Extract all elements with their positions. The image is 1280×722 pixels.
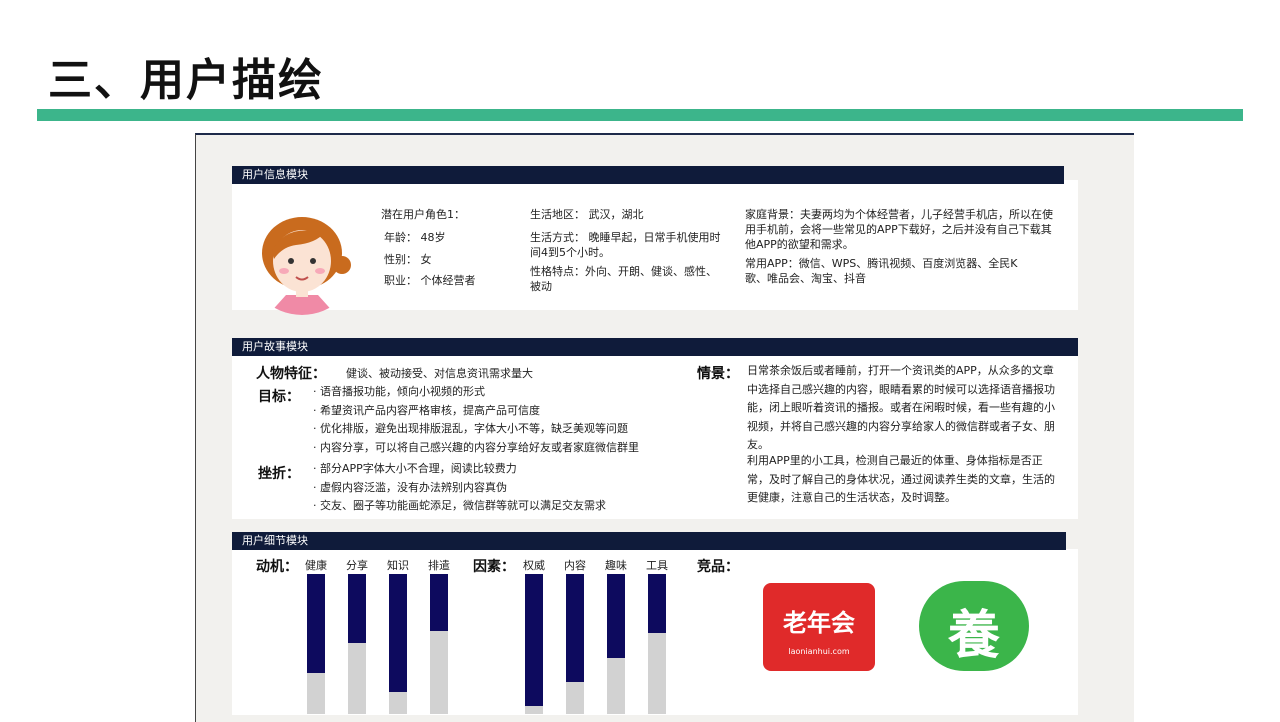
list-item: 虚假内容泛滥，没有办法辨别内容真伪: [313, 479, 693, 498]
list-item: 希望资讯产品内容严格审核，提高产品可信度: [313, 402, 693, 421]
list-item: 语音播报功能，倾向小视频的形式: [313, 383, 693, 402]
motivation-label: 动机：: [256, 559, 298, 575]
bar-fill: [307, 574, 325, 674]
traits-label: 人物特征：: [256, 366, 326, 382]
bar: [648, 574, 666, 714]
bar-fill: [348, 574, 366, 643]
bar: [430, 574, 448, 714]
bar-label: 趣味: [605, 559, 627, 572]
age-text: 年龄： 48岁: [384, 231, 446, 244]
bar: [348, 574, 366, 714]
laonianhui-logo-text: 老年会: [783, 609, 855, 637]
list-item: 优化排版，避免出现排版混乱，字体大小不等，缺乏美观等问题: [313, 420, 693, 439]
job-text: 职业： 个体经营者: [384, 274, 476, 287]
user-info-header: 用户信息模块: [232, 166, 1064, 184]
list-item: 交友、圈子等功能画蛇添足，微信群等就可以满足交友需求: [313, 497, 693, 516]
bar-label: 知识: [387, 559, 409, 572]
region-text: 生活地区： 武汉，湖北: [530, 208, 644, 221]
yang-logo-text: 養: [947, 605, 1000, 666]
title-underline: [37, 109, 1243, 121]
bar-label: 分享: [346, 559, 368, 572]
goals-label: 目标：: [258, 389, 300, 405]
bar-fill: [607, 574, 625, 658]
scene-text-2: 利用APP里的小工具，检测自己最近的体重、身体指标是否正常，及时了解自己的身体状…: [747, 454, 1055, 504]
user-detail-header: 用户细节模块: [232, 532, 1066, 550]
persona-panel: 用户信息模块 潜在用户角色1： 年龄： 48岁 性别： 女 职业： 个体经营者 …: [195, 133, 1134, 722]
page-title: 三、用户描绘: [48, 55, 324, 106]
bar: [389, 574, 407, 714]
competitor-logo-laonianhui: 老年会 laonianhui.com: [763, 583, 875, 671]
bar-fill: [566, 574, 584, 682]
bar: [566, 574, 584, 714]
list-item: 部分APP字体大小不合理，阅读比较费力: [313, 460, 693, 479]
bar-label: 健康: [305, 559, 327, 572]
scene-text-1: 日常茶余饭后或者睡前，打开一个资讯类的APP，从众多的文章中选择自己感兴趣的内容…: [747, 364, 1055, 451]
role-text: 潜在用户角色1：: [381, 208, 465, 221]
bar-label: 工具: [646, 559, 668, 572]
scene-label: 情景：: [697, 366, 739, 382]
traits-text: 健谈、被动接受、对信息资讯需求量大: [346, 367, 533, 380]
bar-fill: [389, 574, 407, 692]
bar: [607, 574, 625, 714]
bar: [525, 574, 543, 714]
goals-list: 语音播报功能，倾向小视频的形式 希望资讯产品内容严格审核，提高产品可信度 优化排…: [313, 383, 693, 457]
frustrations-label: 挫折：: [258, 466, 300, 482]
personality-text: 性格特点：外向、开朗、健谈、感性、被动: [530, 265, 717, 293]
user-avatar: [246, 203, 358, 315]
bar-fill: [430, 574, 448, 632]
bar: [307, 574, 325, 714]
user-story-header: 用户故事模块: [232, 338, 1078, 356]
family-text: 家庭背景：夫妻两均为个体经营者，儿子经营手机店，所以在使用手机前，会将一些常见的…: [745, 208, 1053, 251]
bar-label: 权威: [523, 559, 545, 572]
bar-fill: [648, 574, 666, 633]
gender-text: 性别： 女: [384, 253, 432, 266]
list-item: 内容分享，可以将自己感兴趣的内容分享给好友或者家庭微信群里: [313, 439, 693, 458]
frustrations-list: 部分APP字体大小不合理，阅读比较费力 虚假内容泛滥，没有办法辨别内容真伪 交友…: [313, 460, 693, 516]
competitor-logo-yang: 養: [919, 581, 1029, 671]
bar-label: 内容: [564, 559, 586, 572]
apps-text: 常用APP：微信、WPS、腾讯视频、百度浏览器、全民K歌、唯品会、淘宝、抖音: [745, 257, 1018, 285]
bar-label: 排遣: [428, 559, 450, 572]
woman-avatar-icon: [262, 217, 351, 315]
bar-fill: [525, 574, 543, 706]
competitors-label: 竞品：: [697, 559, 739, 575]
laonianhui-logo-url: laonianhui.com: [788, 647, 850, 656]
factors-label: 因素：: [473, 559, 515, 575]
lifestyle-text: 生活方式： 晚睡早起，日常手机使用时间4到5个小时。: [530, 231, 721, 259]
